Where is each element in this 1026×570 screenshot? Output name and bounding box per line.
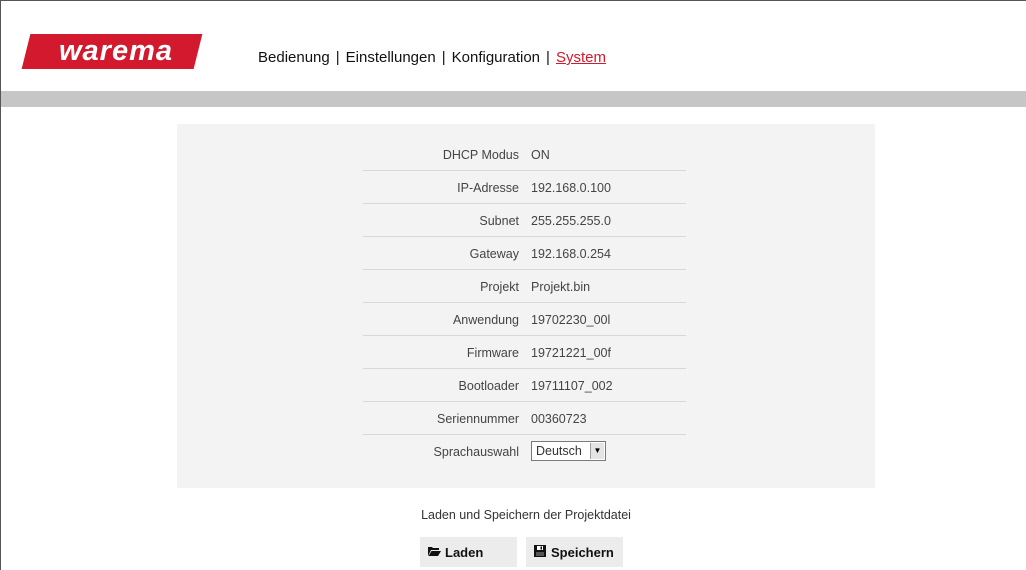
language-select[interactable]: Deutsch ▼	[531, 441, 606, 461]
info-value: 19702230_00l	[531, 313, 611, 327]
load-button[interactable]: Laden	[420, 537, 517, 567]
header-divider-bar	[1, 91, 1026, 107]
info-label: Gateway	[469, 247, 519, 261]
save-button[interactable]: Speichern	[526, 537, 623, 567]
info-label: DHCP Modus	[442, 148, 519, 162]
info-label: Anwendung	[452, 313, 519, 327]
info-label: Bootloader	[458, 379, 519, 393]
info-row: Gateway 192.168.0.254	[363, 236, 686, 270]
load-button-label: Laden	[445, 545, 484, 560]
save-button-label: Speichern	[551, 545, 614, 560]
nav-einstellungen[interactable]: Einstellungen	[346, 49, 436, 66]
info-row: Bootloader 19711107_002	[363, 368, 686, 402]
nav-konfiguration[interactable]: Konfiguration	[452, 49, 540, 66]
info-row: Subnet 255.255.255.0	[363, 203, 686, 237]
info-row: Anwendung 19702230_00l	[363, 302, 686, 336]
main-nav: Bedienung | Einstellungen | Konfiguration | Sy…	[258, 49, 606, 66]
info-value: 192.168.0.254	[531, 247, 611, 261]
project-file-caption: Laden und Speichern der Projektdatei	[421, 508, 631, 522]
info-value: 19711107_002	[531, 379, 613, 393]
info-row: IP-Adresse 192.168.0.100	[363, 170, 686, 204]
nav-bedienung[interactable]: Bedienung	[258, 49, 330, 66]
info-value: 192.168.0.100	[531, 181, 611, 195]
info-label: IP-Adresse	[457, 181, 519, 195]
folder-open-icon	[428, 547, 441, 556]
info-label: Seriennummer	[437, 412, 519, 426]
info-row: Firmware 19721221_00f	[363, 335, 686, 369]
info-label: Subnet	[479, 214, 519, 228]
chevron-down-icon[interactable]: ▼	[590, 443, 604, 459]
info-row: Seriennummer 00360723	[363, 401, 686, 435]
info-value: 00360723	[531, 412, 587, 426]
nav-separator: |	[335, 49, 340, 66]
info-value: ON	[531, 148, 550, 162]
info-row: Projekt Projekt.bin	[363, 269, 686, 303]
info-value: Projekt.bin	[531, 280, 591, 294]
logo-text: warema	[58, 35, 173, 67]
info-label: Projekt	[480, 280, 519, 294]
language-row: Sprachauswahl Deutsch ▼	[363, 434, 686, 467]
language-select-value: Deutsch	[536, 444, 582, 458]
language-label: Sprachauswahl	[433, 445, 519, 459]
info-value: 255.255.255.0	[531, 214, 611, 228]
nav-separator: |	[546, 49, 550, 66]
info-value: 19721221_00f	[531, 346, 611, 360]
info-row: DHCP Modus ON	[363, 137, 686, 171]
info-label: Firmware	[466, 346, 519, 360]
floppy-disk-icon	[534, 545, 546, 557]
nav-separator: |	[441, 49, 446, 66]
nav-system[interactable]: System	[556, 49, 606, 66]
